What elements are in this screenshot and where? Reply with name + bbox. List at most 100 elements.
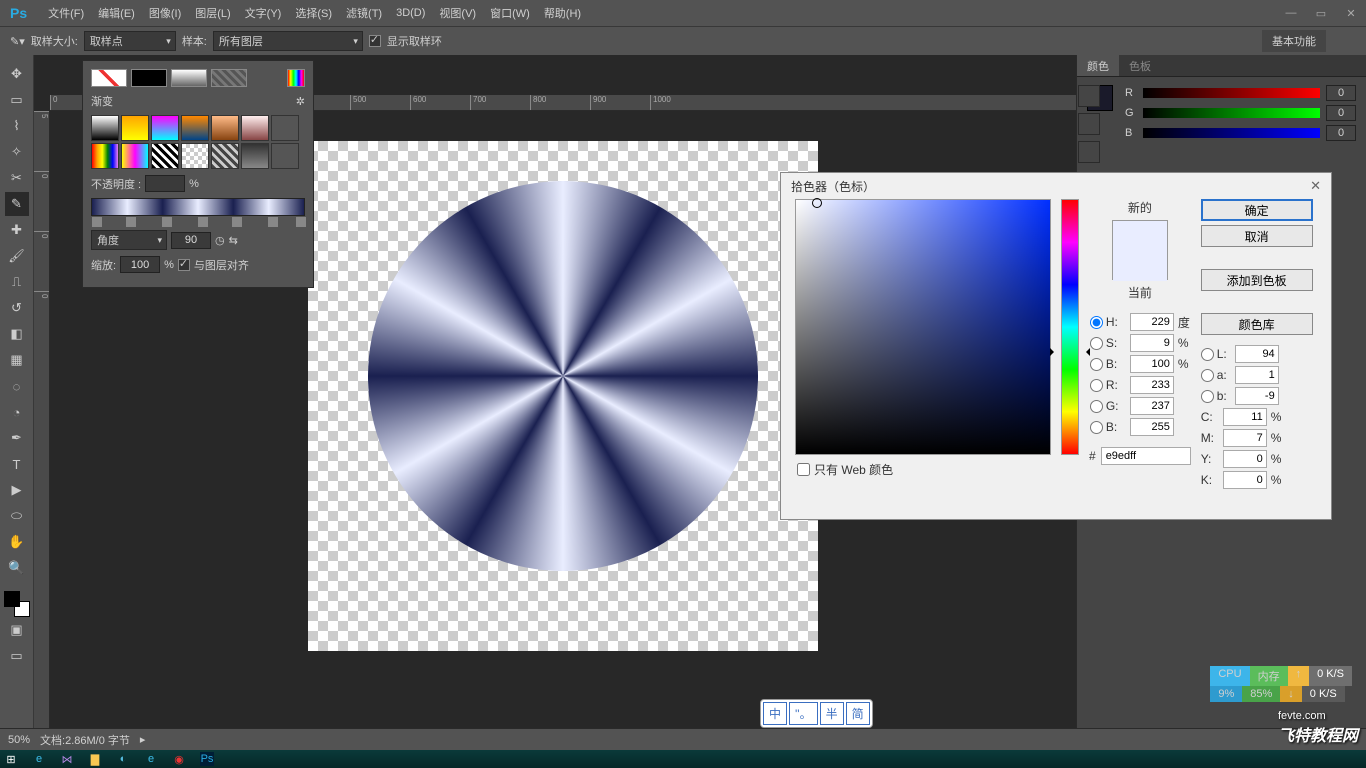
brush-tool[interactable]: 🖌 (5, 244, 29, 268)
zoom-tool[interactable]: 🔍 (5, 556, 29, 580)
L-radio[interactable] (1201, 348, 1214, 361)
a-radio[interactable] (1201, 369, 1214, 382)
gradient-preset[interactable] (211, 143, 239, 169)
fill-pattern[interactable] (211, 69, 247, 87)
r-input[interactable] (1130, 376, 1174, 394)
fg-color-swatch[interactable] (4, 591, 20, 607)
gradient-stop[interactable] (92, 217, 102, 227)
opacity-input[interactable] (145, 175, 185, 192)
workspace-switcher[interactable]: 基本功能 (1262, 30, 1326, 52)
g-radio[interactable] (1090, 400, 1103, 413)
edge-icon[interactable]: e (32, 752, 46, 766)
stamp-tool[interactable]: ⎍ (5, 270, 29, 294)
flip-icon[interactable]: ⇆ (229, 234, 238, 247)
fill-solid[interactable] (131, 69, 167, 87)
r-value[interactable]: 0 (1326, 85, 1356, 101)
menu-image[interactable]: 图像(I) (142, 5, 188, 21)
ime-width[interactable]: 半 (820, 702, 844, 725)
gradient-preset[interactable] (211, 115, 239, 141)
eyedropper-tool[interactable]: ✎ (5, 192, 29, 216)
gradient-preset[interactable] (151, 115, 179, 141)
ime-simp[interactable]: 简 (846, 702, 870, 725)
b-slider[interactable] (1143, 128, 1320, 138)
sample-dropdown[interactable]: 所有图层 (213, 31, 363, 51)
maximize-button[interactable]: ▭ (1306, 0, 1336, 26)
start-icon[interactable]: ⊞ (4, 752, 18, 766)
bc-radio[interactable] (1090, 421, 1103, 434)
M-input[interactable] (1223, 429, 1267, 447)
gradient-preset[interactable] (151, 143, 179, 169)
lb-input[interactable] (1235, 387, 1279, 405)
wand-tool[interactable]: ✧ (5, 140, 29, 164)
ruler-vertical[interactable]: 5000 (34, 111, 50, 728)
r-slider[interactable] (1143, 88, 1320, 98)
gradient-stop[interactable] (126, 217, 136, 227)
color-tab[interactable]: 颜色 (1077, 55, 1119, 76)
picker-close-icon[interactable]: ✕ (1310, 178, 1321, 194)
b-radio[interactable] (1090, 358, 1103, 371)
type-tool[interactable]: T (5, 452, 29, 476)
ie-icon[interactable]: e (144, 752, 158, 766)
menu-file[interactable]: 文件(F) (41, 5, 91, 21)
fill-none[interactable] (91, 69, 127, 87)
g-slider[interactable] (1143, 108, 1320, 118)
menu-view[interactable]: 视图(V) (432, 5, 483, 21)
zoom-level[interactable]: 50% (8, 734, 30, 746)
sv-cursor[interactable] (812, 198, 822, 208)
cancel-button[interactable]: 取消 (1201, 225, 1313, 247)
minimize-button[interactable]: — (1276, 0, 1306, 26)
hex-input[interactable] (1101, 447, 1191, 465)
color-picker-icon[interactable] (287, 69, 305, 87)
align-checkbox[interactable] (178, 259, 190, 271)
hand-tool[interactable]: ✋ (5, 530, 29, 554)
pen-tool[interactable]: ✒ (5, 426, 29, 450)
quickmask-toggle[interactable]: ▣ (5, 618, 29, 642)
collapsed-panel-icon[interactable] (1078, 113, 1100, 135)
gradient-stop[interactable] (296, 217, 306, 227)
gradient-tool[interactable]: ▦ (5, 348, 29, 372)
gradient-preset[interactable] (121, 115, 149, 141)
ime-mode[interactable]: 中 (763, 702, 787, 725)
eraser-tool[interactable]: ◧ (5, 322, 29, 346)
show-ring-checkbox[interactable] (369, 35, 381, 47)
hue-slider[interactable] (1061, 199, 1079, 455)
s-input[interactable] (1130, 334, 1174, 352)
doc-info-arrow-icon[interactable]: ▸ (140, 733, 146, 746)
doc-info[interactable]: 文档:2.86M/0 字节 (40, 732, 130, 748)
g-value[interactable]: 0 (1326, 105, 1356, 121)
Y-input[interactable] (1223, 450, 1267, 468)
C-input[interactable] (1223, 408, 1267, 426)
s-radio[interactable] (1090, 337, 1103, 350)
gradient-bar[interactable] (91, 198, 305, 216)
menu-layer[interactable]: 图层(L) (188, 5, 237, 21)
bc-input[interactable] (1130, 418, 1174, 436)
ime-punct[interactable]: ''。 (789, 702, 818, 725)
color-libraries-button[interactable]: 颜色库 (1201, 313, 1313, 335)
gradient-preset[interactable] (181, 115, 209, 141)
app-icon[interactable]: ◐ (116, 752, 130, 766)
menu-edit[interactable]: 编辑(E) (91, 5, 142, 21)
artboard[interactable] (308, 141, 818, 651)
panel-menu-icon[interactable]: ✲ (296, 95, 305, 108)
gradient-preset[interactable] (241, 115, 269, 141)
swatches-tab[interactable]: 色板 (1119, 55, 1161, 76)
gradient-style-dropdown[interactable]: 角度 (91, 230, 167, 250)
music-icon[interactable]: ◉ (172, 752, 186, 766)
screenmode-toggle[interactable]: ▭ (5, 644, 29, 668)
L-input[interactable] (1235, 345, 1279, 363)
crop-tool[interactable]: ✂ (5, 166, 29, 190)
angle-input[interactable] (171, 232, 211, 249)
ps-taskbar-icon[interactable]: Ps (200, 752, 214, 766)
history-brush-tool[interactable]: ↺ (5, 296, 29, 320)
marquee-tool[interactable]: ▭ (5, 88, 29, 112)
path-select-tool[interactable]: ▶ (5, 478, 29, 502)
gradient-preset[interactable] (181, 143, 209, 169)
collapsed-panel-icon[interactable] (1078, 141, 1100, 163)
K-input[interactable] (1223, 471, 1267, 489)
menu-3d[interactable]: 3D(D) (389, 7, 432, 19)
gradient-stop[interactable] (162, 217, 172, 227)
ime-toolbar[interactable]: 中 ''。 半 简 (760, 699, 873, 728)
r-radio[interactable] (1090, 379, 1103, 392)
gradient-stop[interactable] (232, 217, 242, 227)
b-input[interactable] (1130, 355, 1174, 373)
